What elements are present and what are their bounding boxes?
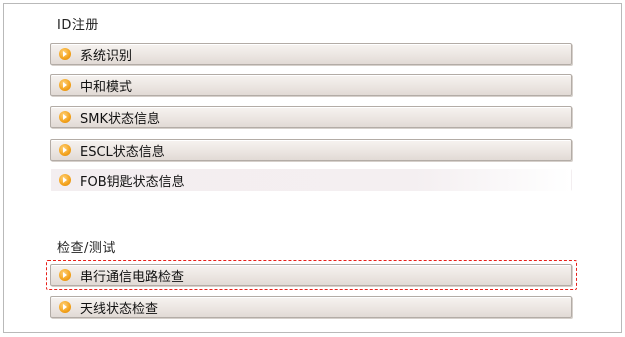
menu-item-fob-status[interactable]: FOB钥匙状态信息: [50, 169, 572, 191]
section-title-check-test: 检查/测试: [57, 241, 116, 256]
menu-item-label: 系统识别: [80, 48, 133, 64]
menu-item-label: FOB钥匙状态信息: [80, 174, 185, 190]
orange-arrow-circle-icon: [59, 144, 71, 156]
orange-arrow-circle-icon: [59, 79, 71, 91]
menu-item-escl-status[interactable]: ESCL状态信息: [50, 139, 572, 161]
menu-item-system-identification[interactable]: 系统识别: [50, 43, 572, 65]
orange-arrow-circle-icon: [59, 174, 71, 186]
orange-arrow-circle-icon: [59, 111, 71, 123]
menu-item-smk-status[interactable]: SMK状态信息: [50, 106, 572, 128]
orange-arrow-circle-icon: [59, 301, 71, 313]
menu-item-label: SMK状态信息: [80, 111, 160, 127]
section-title-id-register: ID注册: [57, 18, 99, 33]
orange-arrow-circle-icon: [59, 269, 71, 281]
menu-item-serial-comm-check[interactable]: 串行通信电路检查: [50, 264, 572, 286]
orange-arrow-circle-icon: [59, 48, 71, 60]
menu-item-label: ESCL状态信息: [80, 144, 165, 160]
menu-item-antenna-status-check[interactable]: 天线状态检查: [50, 296, 572, 318]
menu-item-neutral-mode[interactable]: 中和模式: [50, 74, 572, 96]
menu-item-label: 中和模式: [80, 79, 133, 95]
menu-item-label: 串行通信电路检查: [80, 269, 185, 285]
menu-item-label: 天线状态检查: [80, 301, 159, 317]
